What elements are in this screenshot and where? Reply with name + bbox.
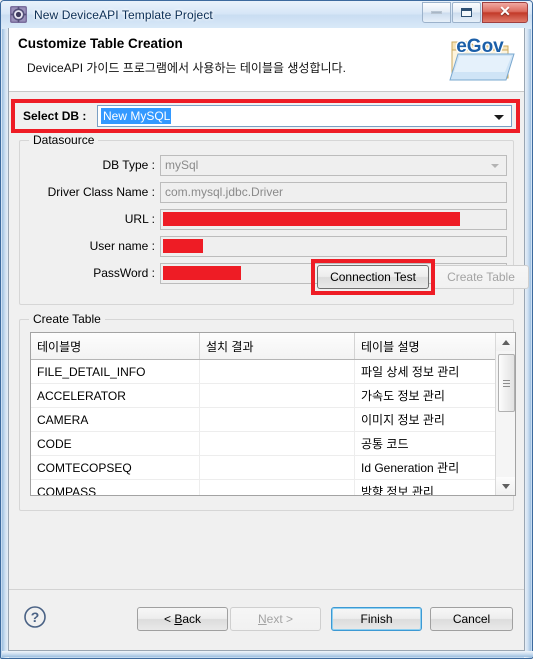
column-header-table-description[interactable]: 테이블 설명 [354, 333, 515, 360]
title-bar: New DeviceAPI Template Project ✕ [1, 1, 532, 28]
close-icon: ✕ [499, 4, 511, 20]
datasource-group: Datasource DB Type : mySql Driver Class … [19, 133, 529, 305]
window-controls: ✕ [421, 2, 528, 23]
datasource-group-title: Datasource [29, 133, 99, 147]
page-title: Customize Table Creation [18, 36, 183, 51]
scroll-up-button[interactable] [496, 333, 515, 351]
chevron-down-icon [494, 115, 504, 120]
dialog-button-bar: ? < Back Next > Finish Cancel [9, 589, 524, 650]
table-list[interactable]: 테이블명 설치 결과 테이블 설명 FILE_DETAIL_INFO 파일 상세… [30, 332, 516, 496]
connection-test-button[interactable]: Connection Test [317, 265, 429, 289]
cell-table-description: 공통 코드 [354, 431, 515, 456]
close-button[interactable]: ✕ [482, 2, 528, 23]
redaction-bar-url [163, 212, 460, 226]
window-title: New DeviceAPI Template Project [34, 7, 213, 22]
table-row[interactable]: ACCELERATOR 가속도 정보 관리 [31, 383, 515, 408]
redaction-bar-password [163, 266, 241, 280]
column-header-table-name[interactable]: 테이블명 [31, 333, 200, 360]
url-input[interactable] [160, 209, 507, 230]
table-row[interactable]: CODE 공통 코드 [31, 431, 515, 456]
select-db-row: Select DB : New MySQL [9, 99, 524, 133]
dialog-window: New DeviceAPI Template Project ✕ Customi… [0, 0, 533, 659]
page-subtitle: DeviceAPI 가이드 프로그램에서 사용하는 테이블을 생성합니다. [27, 61, 346, 75]
svg-text:?: ? [31, 609, 40, 625]
help-icon[interactable]: ? [23, 605, 47, 629]
cancel-button[interactable]: Cancel [430, 607, 513, 631]
field-row-user-name: User name : [20, 236, 513, 258]
cell-table-name: CAMERA [31, 407, 200, 432]
db-type-input[interactable]: mySql [160, 155, 507, 176]
cell-table-name: CODE [31, 431, 200, 456]
cell-table-description: 가속도 정보 관리 [354, 383, 515, 408]
create-table-group: Create Table 테이블명 설치 결과 테이블 설명 FILE_DETA… [19, 312, 516, 511]
table-row[interactable]: COMTECOPSEQ Id Generation 관리 [31, 455, 515, 480]
finish-button[interactable]: Finish [331, 607, 422, 631]
user-name-label: User name : [89, 239, 155, 253]
driver-class-name-value: com.mysql.jdbc.Driver [165, 185, 284, 199]
scroll-down-button[interactable] [496, 477, 515, 495]
table-vertical-scrollbar[interactable] [495, 333, 515, 495]
select-db-label: Select DB : [23, 109, 87, 123]
cell-table-name: COMPASS [31, 479, 200, 495]
dialog-client-area: Customize Table Creation DeviceAPI 가이드 프… [8, 28, 529, 651]
driver-class-name-input[interactable]: com.mysql.jdbc.Driver [160, 182, 507, 203]
gear-icon [10, 6, 27, 23]
egov-logo-icon: eGov [446, 32, 518, 88]
maximize-button[interactable] [452, 2, 481, 23]
field-row-db-type: DB Type : mySql [20, 155, 513, 177]
table-row[interactable]: FILE_DETAIL_INFO 파일 상세 정보 관리 [31, 359, 515, 384]
password-label: PassWord : [93, 266, 155, 280]
window-border-bottom [2, 651, 533, 657]
db-type-label: DB Type : [102, 158, 155, 172]
driver-class-name-label: Driver Class Name : [47, 185, 155, 199]
create-table-group-title: Create Table [29, 312, 105, 326]
user-name-input[interactable] [160, 236, 507, 257]
select-db-combo[interactable]: New MySQL [97, 105, 512, 127]
grip-icon [503, 378, 510, 389]
cell-table-description: 이미지 정보 관리 [354, 407, 515, 432]
minimize-button[interactable] [422, 2, 451, 23]
table-row[interactable]: COMPASS 방향 정보 관리 [31, 479, 515, 495]
back-button[interactable]: < Back [137, 607, 228, 631]
cell-table-description: 파일 상세 정보 관리 [354, 359, 515, 384]
field-row-url: URL : [20, 209, 513, 231]
next-button[interactable]: Next > [230, 607, 321, 631]
table-grid: 테이블명 설치 결과 테이블 설명 FILE_DETAIL_INFO 파일 상세… [31, 333, 515, 495]
cell-install-result [199, 431, 355, 456]
maximize-icon [461, 8, 472, 17]
svg-text:eGov: eGov [456, 36, 504, 57]
cell-install-result [199, 383, 355, 408]
wizard-banner: Customize Table Creation DeviceAPI 가이드 프… [9, 28, 524, 92]
cell-table-name: FILE_DETAIL_INFO [31, 359, 200, 384]
cell-table-description: 방향 정보 관리 [354, 479, 515, 495]
cell-install-result [199, 479, 355, 495]
create-table-button[interactable]: Create Table [433, 265, 529, 289]
select-db-value: New MySQL [101, 108, 172, 124]
db-type-value: mySql [165, 158, 199, 172]
redaction-bar-user-name [163, 239, 203, 253]
cell-install-result [199, 407, 355, 432]
table-row[interactable]: CAMERA 이미지 정보 관리 [31, 407, 515, 432]
scrollbar-thumb[interactable] [498, 354, 515, 412]
cell-table-name: COMTECOPSEQ [31, 455, 200, 480]
field-row-driver-class-name: Driver Class Name : com.mysql.jdbc.Drive… [20, 182, 513, 204]
triangle-down-icon [501, 483, 510, 489]
column-header-install-result[interactable]: 설치 결과 [199, 333, 355, 360]
cell-install-result [199, 455, 355, 480]
window-border-right [524, 29, 531, 658]
chevron-down-icon [491, 164, 499, 168]
cell-table-name: ACCELERATOR [31, 383, 200, 408]
url-label: URL : [124, 212, 155, 226]
table-body: FILE_DETAIL_INFO 파일 상세 정보 관리 ACCELERATOR… [31, 359, 515, 495]
triangle-up-icon [501, 339, 510, 345]
table-header-row: 테이블명 설치 결과 테이블 설명 [31, 333, 515, 360]
cell-table-description: Id Generation 관리 [354, 455, 515, 480]
cell-install-result [199, 359, 355, 384]
minimize-icon [431, 11, 442, 14]
